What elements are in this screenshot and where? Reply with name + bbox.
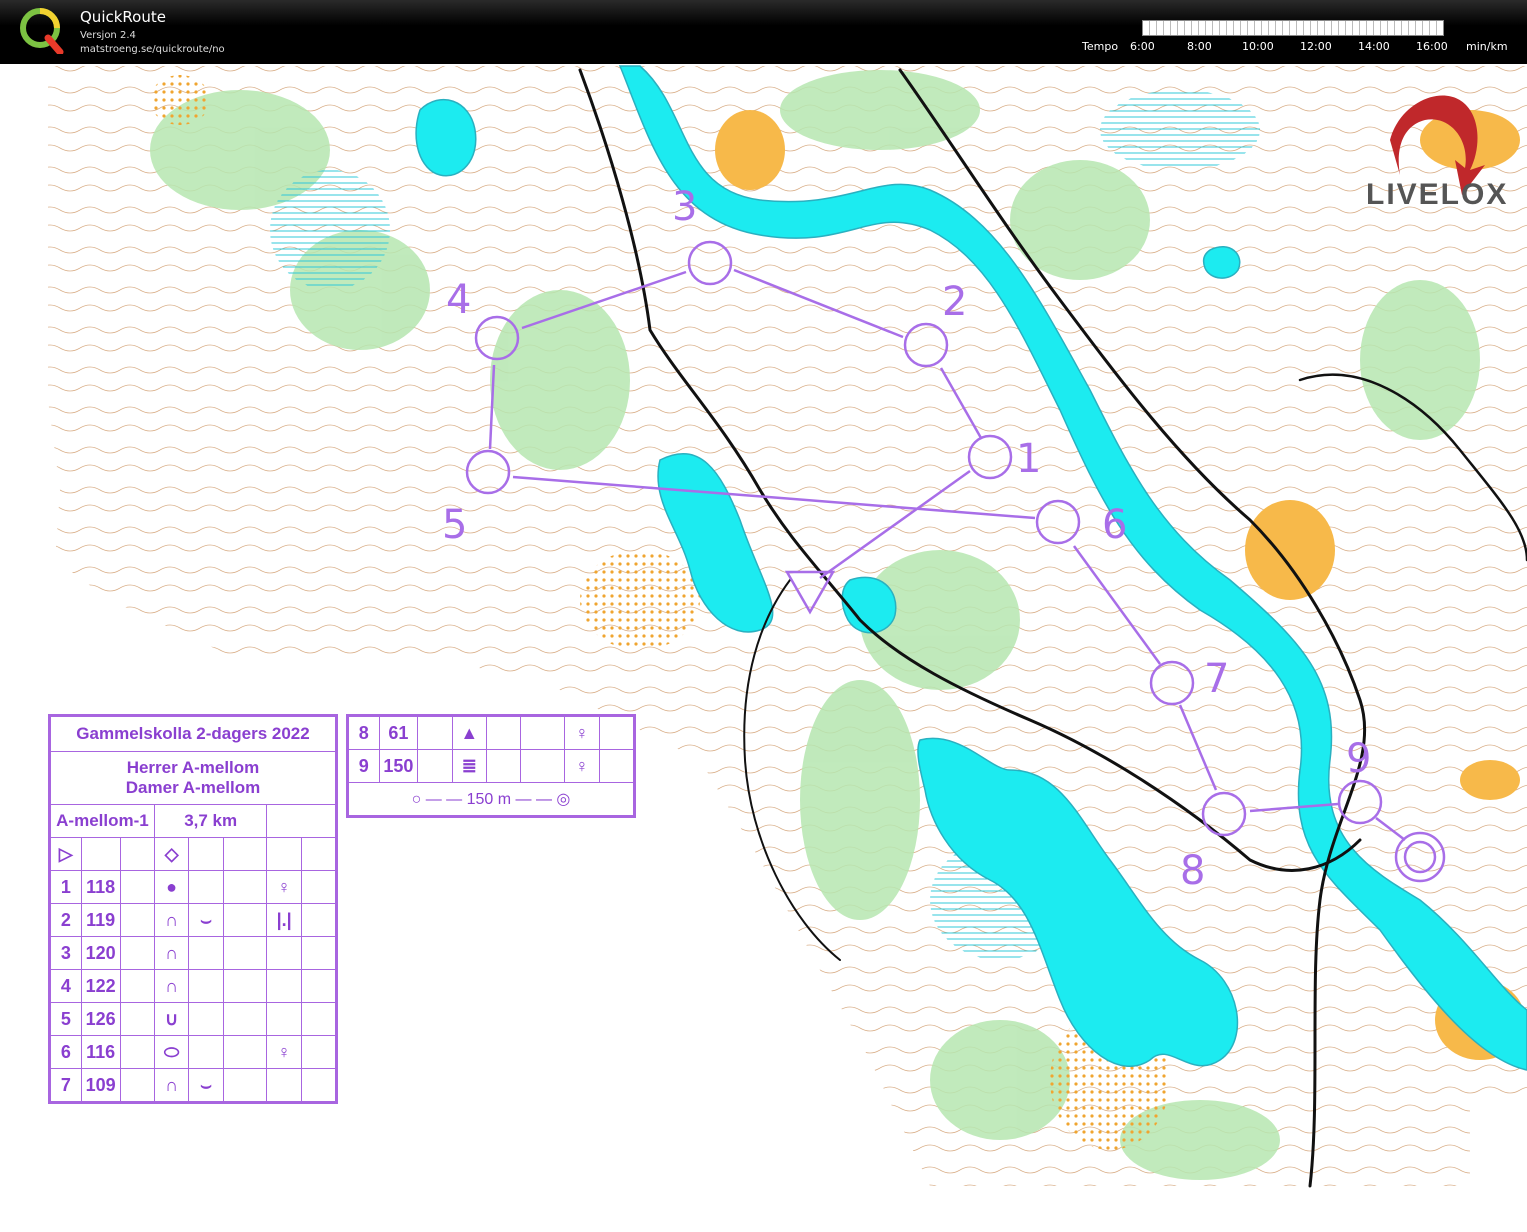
control-number: 9 [1346, 736, 1371, 782]
finish-distance: 150 m [466, 791, 512, 808]
class-line: Damer A-mellom [125, 778, 261, 797]
tempo-tick: 6:00 [1130, 40, 1155, 53]
shallow-icon: ⌣ [188, 1068, 224, 1102]
tempo-unit: min/km [1466, 40, 1508, 53]
control-number: 5 [442, 502, 467, 548]
course-length: 3,7 km [153, 804, 268, 838]
control-number: 1 [1016, 436, 1041, 482]
tempo-tick: 12:00 [1300, 40, 1332, 53]
tempo-tick: 16:00 [1416, 40, 1448, 53]
app-version: Versjon 2.4 [80, 30, 136, 41]
control-code: 120 [80, 936, 121, 970]
control-number: 7 [1204, 656, 1229, 702]
foot-icon: ♀ [564, 716, 600, 750]
quickroute-logo [20, 8, 64, 54]
knoll-icon: ∩ [153, 903, 190, 937]
class-line: Herrer A-mellom [126, 758, 260, 777]
foot-icon: ♀ [564, 749, 600, 783]
foot-icon: ♀ [266, 870, 302, 904]
app-url: matstroeng.se/quickroute/no [80, 44, 225, 55]
control-code: 126 [80, 1002, 121, 1036]
control-num: 6 [50, 1035, 82, 1069]
control-num: 7 [50, 1068, 82, 1102]
control-number: 4 [446, 277, 471, 323]
between-icon: |.| [266, 903, 302, 937]
start-symbol-icon: ▷ [50, 837, 82, 871]
livelox-logo-text: LIVELOX [1366, 178, 1509, 211]
knoll-icon: ∩ [153, 936, 190, 970]
control-num: 2 [50, 903, 82, 937]
pond-east [1202, 246, 1241, 279]
control-code: 61 [378, 716, 419, 750]
control-code: 119 [80, 903, 121, 937]
control-num: 4 [50, 969, 82, 1003]
control-code: 109 [80, 1068, 121, 1102]
knoll-icon: ∩ [153, 1068, 190, 1102]
tempo-label: Tempo [1082, 40, 1119, 53]
tempo-tick: 14:00 [1358, 40, 1390, 53]
control-number: 6 [1102, 502, 1127, 548]
marsh-icon: ≣ [451, 749, 488, 783]
event-title: Gammelskolla 2-dagers 2022 [50, 716, 336, 752]
depression-icon: ∪ [153, 1002, 190, 1036]
control-code: 118 [80, 870, 121, 904]
start-feature-icon: ◇ [153, 837, 190, 871]
control-descriptions-continued: 8 61 ▲ ♀ 9 150 ≣ ♀ ○ — — 150 m — — ◎ [346, 714, 636, 818]
shallow-icon: ⌣ [188, 903, 224, 937]
control-code: 150 [378, 749, 419, 783]
cliff-icon: ▲ [451, 716, 488, 750]
control-num: 8 [348, 716, 380, 750]
control-num: 1 [50, 870, 82, 904]
elongated-icon: ⬭ [153, 1035, 190, 1069]
finish-distance-row: ○ — — 150 m — — ◎ [348, 782, 634, 816]
control-code: 116 [80, 1035, 121, 1069]
class-names: Herrer A-mellom Damer A-mellom [50, 751, 336, 805]
app-title: QuickRoute [80, 8, 166, 26]
tempo-scale-bar [1142, 20, 1444, 36]
control-number: 2 [942, 279, 967, 325]
boulder-icon: ● [153, 870, 190, 904]
course-name: A-mellom-1 [50, 804, 155, 838]
title-bar: QuickRoute Versjon 2.4 matstroeng.se/qui… [0, 0, 1527, 64]
control-number: 8 [1180, 848, 1205, 894]
control-code: 122 [80, 969, 121, 1003]
foot-icon: ♀ [266, 1035, 302, 1069]
tempo-tick: 10:00 [1242, 40, 1274, 53]
control-num: 5 [50, 1002, 82, 1036]
control-num: 3 [50, 936, 82, 970]
control-descriptions: Gammelskolla 2-dagers 2022 Herrer A-mell… [48, 714, 338, 1104]
control-number: 3 [672, 184, 697, 230]
lake-north [415, 99, 477, 177]
tempo-tick: 8:00 [1187, 40, 1212, 53]
control-num: 9 [348, 749, 380, 783]
knoll-icon: ∩ [153, 969, 190, 1003]
